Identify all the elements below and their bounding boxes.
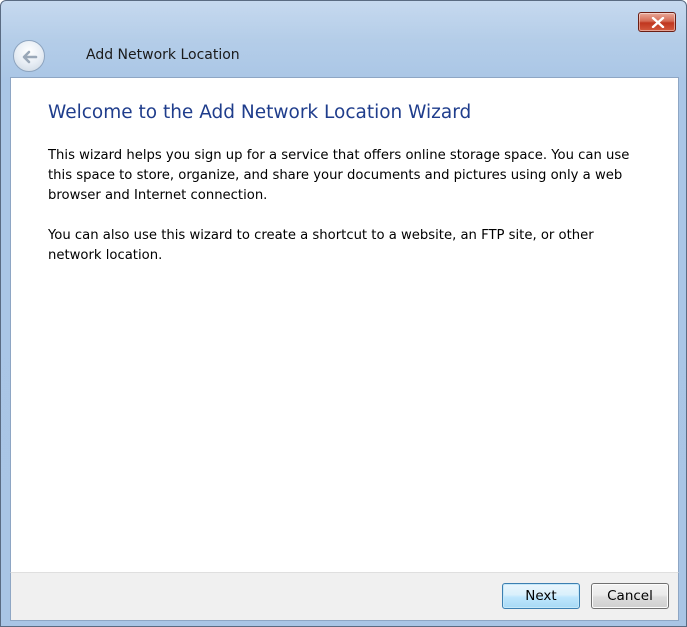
wizard-window: Add Network Location Welcome to the Add … [0,0,687,627]
wizard-heading: Welcome to the Add Network Location Wiza… [48,102,472,123]
window-title: Add Network Location [86,47,240,63]
next-button[interactable]: Next [502,583,580,609]
wizard-footer: Next Cancel [10,572,679,621]
cancel-button[interactable]: Cancel [591,583,669,609]
wizard-content: Welcome to the Add Network Location Wiza… [10,77,679,572]
close-button[interactable] [638,12,676,32]
back-arrow-icon [22,50,38,64]
intro-paragraph: This wizard helps you sign up for a serv… [48,148,630,203]
back-button[interactable] [13,40,45,72]
shortcut-paragraph: You can also use this wizard to create a… [48,228,594,263]
close-icon [651,17,665,28]
